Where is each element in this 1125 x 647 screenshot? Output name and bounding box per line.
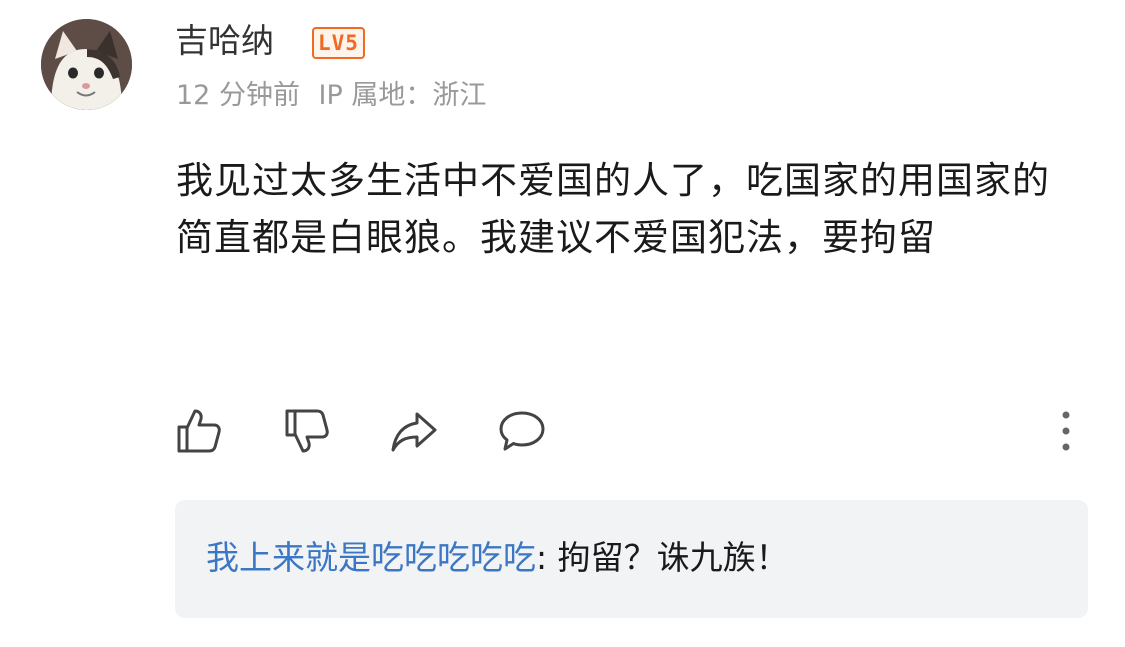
reply-author[interactable]: 我上来就是吃吃吃吃吃 — [206, 538, 536, 577]
comment-button[interactable] — [497, 406, 547, 456]
share-button[interactable] — [389, 406, 439, 456]
share-icon — [391, 412, 437, 452]
more-options-button[interactable] — [1055, 408, 1077, 454]
reply-preview[interactable]: 我上来就是吃吃吃吃吃: 拘留？诛九族！ — [175, 500, 1088, 618]
user-name[interactable]: 吉哈纳 — [175, 19, 274, 63]
reply-text: 拘留？诛九族！ — [547, 538, 789, 577]
more-icon — [1062, 411, 1070, 451]
comment-content: 我见过太多生活中不爱国的人了，吃国家的用国家的简直都是白眼狼。我建议不爱国犯法，… — [176, 159, 1050, 259]
reply-line: 我上来就是吃吃吃吃吃: 拘留？诛九族！ — [206, 534, 789, 582]
dislike-button[interactable] — [282, 406, 332, 456]
like-button[interactable] — [174, 406, 224, 456]
post-time: 12 分钟前 — [176, 80, 300, 111]
reply-separator: : — [536, 538, 548, 577]
thumbs-down-icon — [285, 409, 329, 453]
level-badge: LV5 — [312, 27, 365, 59]
avatar[interactable] — [41, 19, 132, 110]
thumbs-up-icon — [177, 409, 221, 453]
post-meta: 12 分钟前 IP 属地：浙江 — [176, 78, 486, 114]
comment-icon — [499, 411, 545, 451]
ip-location: IP 属地：浙江 — [318, 80, 487, 111]
